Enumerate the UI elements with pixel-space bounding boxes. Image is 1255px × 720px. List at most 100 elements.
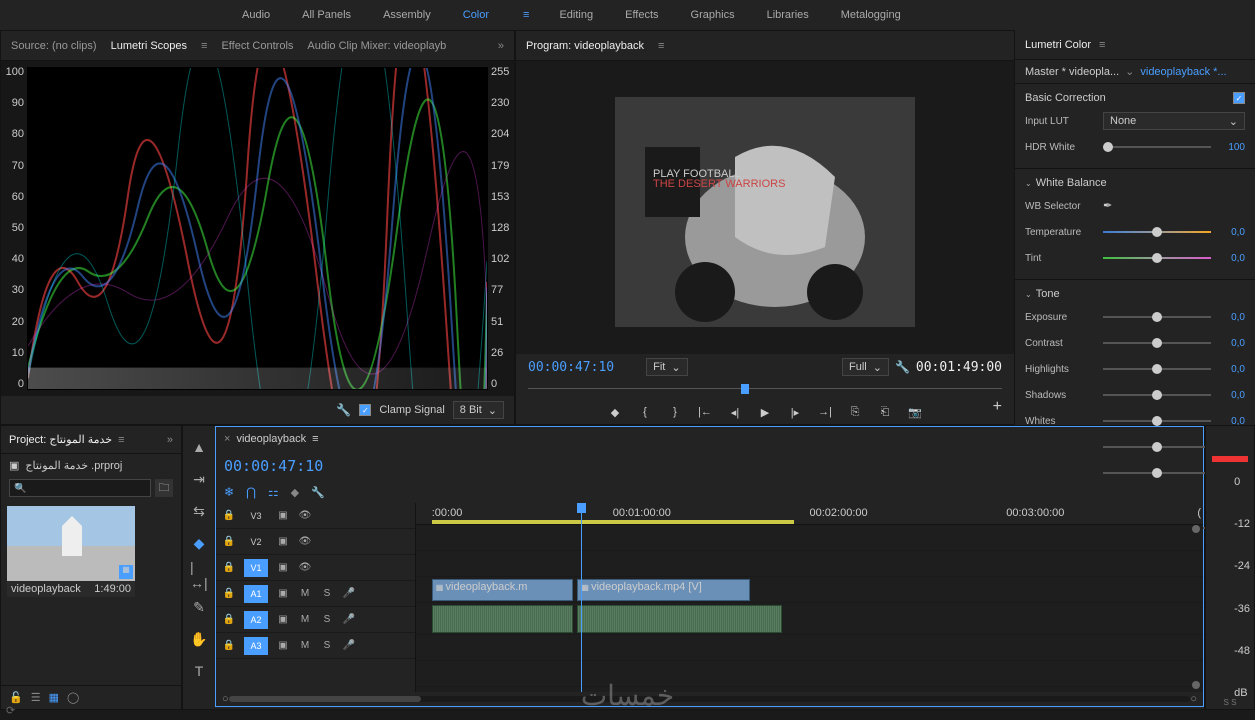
pen-tool-icon[interactable]: ✎ — [190, 598, 208, 616]
razor-tool-icon[interactable]: ◆ — [190, 534, 208, 552]
close-tab-icon[interactable]: × — [224, 433, 230, 445]
seq-label[interactable]: videoplayback *... — [1140, 66, 1226, 78]
video-clip-2[interactable]: ▦ videoplayback.mp4 [V] — [577, 579, 750, 601]
tab-audio-mixer[interactable]: Audio Clip Mixer: videoplayb — [307, 40, 446, 52]
hdr-white-slider[interactable] — [1103, 146, 1211, 148]
track-v3[interactable]: 🔒 V3 ▣ 👁 — [216, 503, 415, 529]
solo-buttons[interactable]: S S — [1206, 698, 1254, 707]
exposure-slider[interactable] — [1103, 316, 1211, 318]
whites-slider[interactable] — [1103, 420, 1211, 422]
lumetri-title[interactable]: Lumetri Color — [1025, 39, 1091, 51]
basic-enable-checkbox[interactable]: ✓ — [1233, 92, 1245, 104]
eye-icon[interactable]: 👁 — [298, 509, 312, 523]
bitdepth-dropdown[interactable]: 8 Bit⌄ — [453, 401, 504, 419]
program-title[interactable]: Program: videoplayback — [526, 40, 644, 52]
mic-icon[interactable]: 🎤 — [342, 613, 356, 627]
waveform-scope[interactable] — [27, 67, 488, 390]
slip-tool-icon[interactable]: |↔| — [190, 566, 208, 584]
sync-icon[interactable]: ▣ — [276, 613, 290, 627]
hdr-specular-slider[interactable] — [1103, 472, 1211, 474]
temperature-value[interactable]: 0,0 — [1217, 227, 1245, 238]
basic-correction-title[interactable]: Basic Correction — [1025, 92, 1106, 104]
track-a1[interactable]: 🔒A1▣MS🎤 — [216, 581, 415, 607]
icon-view-icon[interactable]: ▦ — [49, 691, 59, 704]
time-ruler[interactable]: :00:00 00:01:00:00 00:02:00:00 00:03:00:… — [416, 503, 1203, 525]
wrench-icon[interactable]: 🔧 — [336, 403, 351, 417]
play-icon[interactable]: ▶ — [757, 404, 773, 420]
clamp-checkbox[interactable]: ✓ — [359, 404, 371, 416]
program-scrubber[interactable] — [528, 382, 1002, 396]
project-search-input[interactable] — [9, 479, 151, 497]
lane-v1[interactable]: ▦ videoplayback.m ▦ videoplayback.mp4 [V… — [416, 577, 1203, 603]
video-clip-1[interactable]: ▦ videoplayback.m — [432, 579, 574, 601]
shadows-value[interactable]: 0,0 — [1217, 390, 1245, 401]
timeline-menu-icon[interactable]: ≡ — [312, 433, 318, 445]
tone-section-title[interactable]: Tone — [1036, 288, 1060, 300]
selection-tool-icon[interactable]: ▲ — [190, 438, 208, 456]
magnet-icon[interactable]: ⋂ — [246, 485, 256, 499]
add-button-icon[interactable]: + — [993, 398, 1002, 416]
tab-source[interactable]: Source: (no clips) — [11, 40, 97, 52]
settings-icon[interactable]: 🔧 — [895, 360, 910, 374]
eye-icon[interactable]: 👁 — [298, 535, 312, 549]
timeline-scrollbar[interactable]: ○○ — [216, 692, 1203, 706]
track-label[interactable]: V1 — [244, 559, 268, 577]
lift-icon[interactable]: ⎘ — [847, 404, 863, 420]
blacks-slider[interactable] — [1103, 446, 1211, 448]
freeform-view-icon[interactable]: ◯ — [67, 691, 79, 704]
track-a3[interactable]: 🔒A3▣MS🎤 — [216, 633, 415, 659]
highlights-slider[interactable] — [1103, 368, 1211, 370]
track-a2[interactable]: 🔒A2▣MS🎤 — [216, 607, 415, 633]
input-lut-dropdown[interactable]: None⌄ — [1103, 112, 1245, 130]
sync-icon[interactable]: ▣ — [276, 509, 290, 523]
lock-icon[interactable]: 🔒 — [222, 587, 236, 601]
camera-icon[interactable]: 📷 — [907, 404, 923, 420]
project-title[interactable]: Project: خدمة المونتاج — [9, 433, 112, 446]
panel-menu-icon[interactable]: ≡ — [201, 40, 207, 52]
track-label[interactable]: V3 — [244, 507, 268, 525]
ws-color[interactable]: Color — [461, 3, 491, 27]
timeline-timecode[interactable]: 00:00:47:10 — [224, 457, 323, 475]
ws-assembly[interactable]: Assembly — [381, 3, 433, 27]
timeline-wrench-icon[interactable]: 🔧 — [311, 486, 325, 499]
project-bin[interactable]: ▦ videoplayback1:49:00 — [1, 500, 181, 685]
chevron-down-icon[interactable]: ⌄ — [1025, 290, 1032, 299]
track-label[interactable]: V2 — [244, 533, 268, 551]
track-handle-bottom[interactable] — [1192, 681, 1200, 689]
highlights-value[interactable]: 0,0 — [1217, 364, 1245, 375]
ws-graphics[interactable]: Graphics — [689, 3, 737, 27]
extract-icon[interactable]: ⎗ — [877, 404, 893, 420]
goto-in-icon[interactable]: |← — [697, 404, 713, 420]
hdr-white-value[interactable]: 100 — [1217, 142, 1245, 153]
lock-icon[interactable]: 🔒 — [222, 509, 236, 523]
clip-item[interactable]: ▦ videoplayback1:49:00 — [7, 506, 135, 597]
track-select-tool-icon[interactable]: ⇥ — [190, 470, 208, 488]
audio-clip-1[interactable] — [432, 605, 574, 633]
ripple-tool-icon[interactable]: ⇆ — [190, 502, 208, 520]
tint-slider[interactable] — [1103, 257, 1211, 259]
eyedropper-icon[interactable]: ✒ — [1103, 199, 1117, 213]
tab-effect-controls[interactable]: Effect Controls — [221, 40, 293, 52]
audio-meters[interactable]: 0-12-24-36-48dB S S — [1205, 425, 1255, 710]
sync-icon[interactable]: ▣ — [276, 535, 290, 549]
current-timecode[interactable]: 00:00:47:10 — [528, 360, 614, 375]
step-fwd-icon[interactable]: |▸ — [787, 404, 803, 420]
mic-icon[interactable]: 🎤 — [342, 639, 356, 653]
sequence-tab[interactable]: videoplayback — [236, 433, 306, 445]
list-view-icon[interactable]: ☰ — [31, 691, 41, 704]
sync-icon[interactable]: ▣ — [276, 639, 290, 653]
lock-icon[interactable]: 🔒 — [222, 561, 236, 575]
snap-icon[interactable]: ❄ — [224, 485, 234, 499]
mic-icon[interactable]: 🎤 — [342, 587, 356, 601]
wb-section-title[interactable]: White Balance — [1036, 177, 1107, 189]
ws-metalogging[interactable]: Metalogging — [839, 3, 903, 27]
ws-audio[interactable]: Audio — [240, 3, 272, 27]
marker-add-icon[interactable]: ◆ — [291, 486, 299, 499]
program-menu-icon[interactable]: ≡ — [658, 40, 664, 52]
tabs-overflow-icon[interactable]: » — [498, 40, 504, 52]
fit-dropdown[interactable]: Fit⌄ — [646, 358, 687, 376]
contrast-slider[interactable] — [1103, 342, 1211, 344]
ws-menu-icon[interactable]: ≡ — [523, 9, 529, 21]
track-v2[interactable]: 🔒V2▣👁 — [216, 529, 415, 555]
step-back-icon[interactable]: ◂| — [727, 404, 743, 420]
